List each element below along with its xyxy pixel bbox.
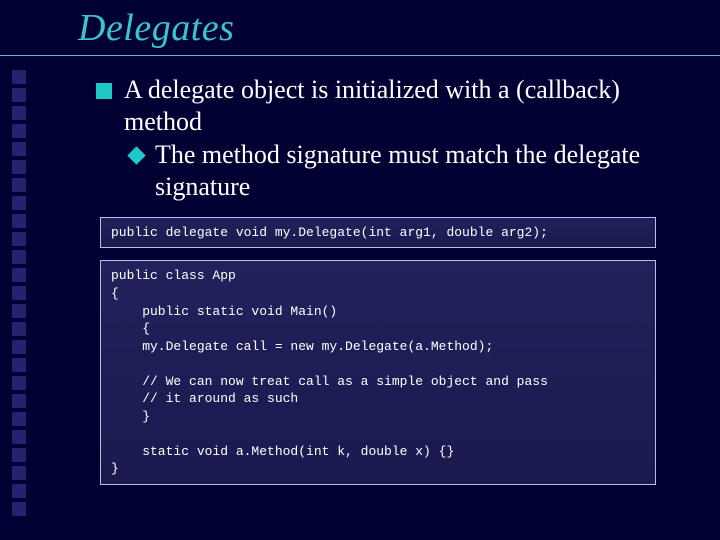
slide-content: A delegate object is initialized with a … <box>96 74 690 485</box>
bullet-level1: A delegate object is initialized with a … <box>96 74 690 137</box>
bullet-text: A delegate object is initialized with a … <box>124 74 690 137</box>
title-bar: Delegates <box>0 0 720 56</box>
square-bullet-icon <box>96 83 112 99</box>
code-block-delegate-decl: public delegate void my.Delegate(int arg… <box>100 217 656 249</box>
decorative-left-column <box>12 70 28 520</box>
slide-title: Delegates <box>78 6 234 50</box>
diamond-bullet-icon <box>127 147 145 165</box>
code-block-app-class: public class App { public static void Ma… <box>100 260 656 485</box>
bullet-level2: The method signature must match the dele… <box>128 139 690 202</box>
bullet-text: The method signature must match the dele… <box>155 139 690 202</box>
